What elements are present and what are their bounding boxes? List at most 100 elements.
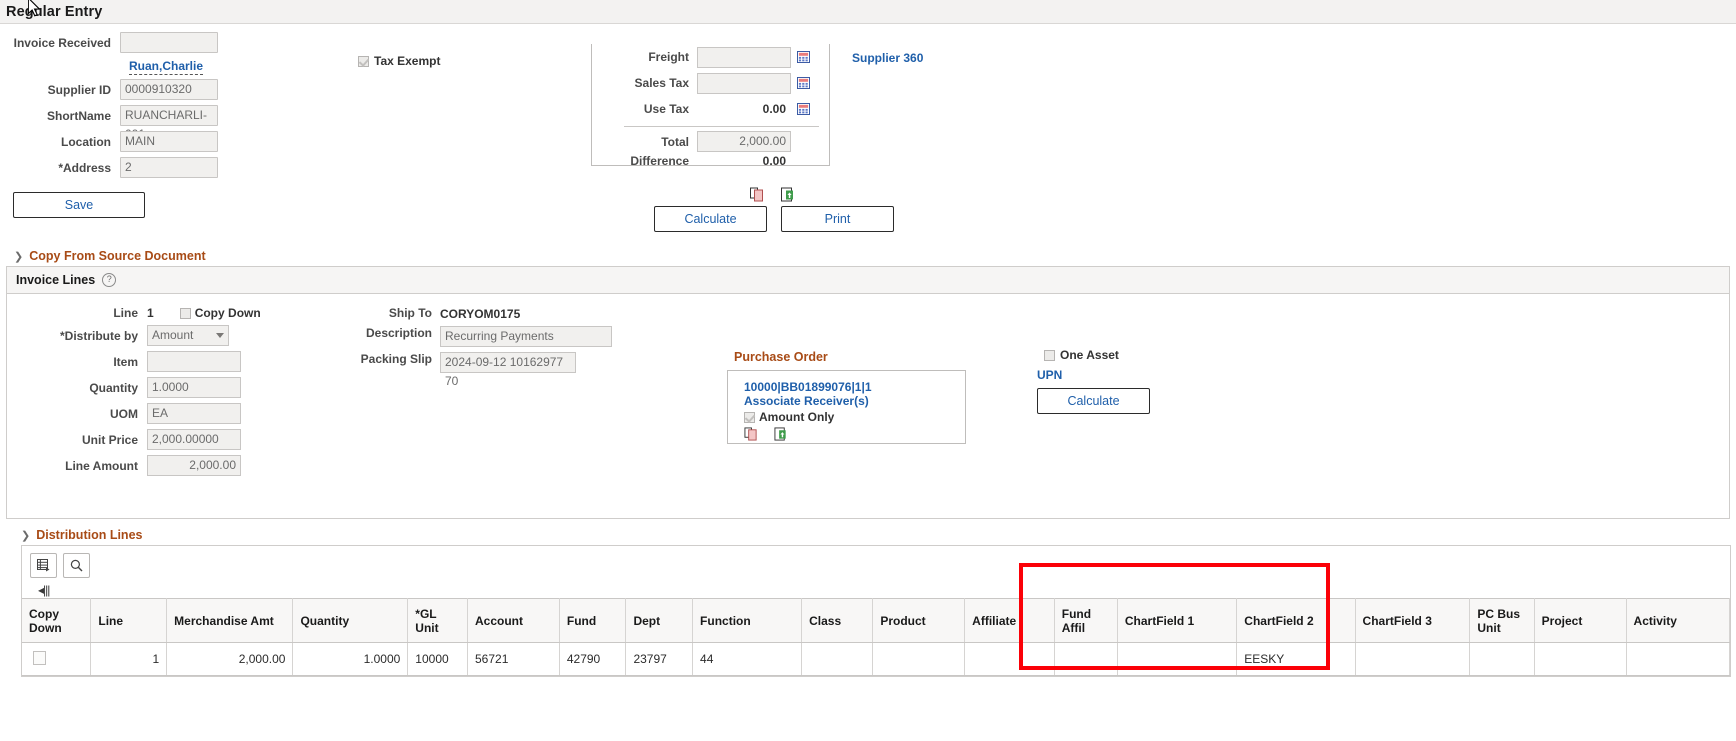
quantity-label: Quantity xyxy=(89,380,138,395)
invoice-received-row: Invoice Received xyxy=(0,32,340,53)
amount-only-field[interactable]: Amount Only xyxy=(744,410,965,424)
cell-fund[interactable]: 42790 xyxy=(559,642,627,676)
calculator-icon[interactable] xyxy=(797,103,810,115)
row-copy-down-checkbox[interactable] xyxy=(33,650,46,665)
description-label: Description xyxy=(365,326,432,340)
totals-divider xyxy=(624,126,819,127)
cell-chartfield-1[interactable] xyxy=(1117,642,1238,676)
column-header-account[interactable]: Account xyxy=(467,598,560,643)
calculator-icon[interactable] xyxy=(797,77,810,89)
cell-project[interactable] xyxy=(1534,642,1627,676)
column-header-dept[interactable]: Dept xyxy=(625,598,694,643)
column-header-chartfield-1[interactable]: ChartField 1 xyxy=(1117,598,1238,643)
unit-price-input[interactable]: 2,000.00000 xyxy=(147,429,241,450)
copy-from-source-document-section[interactable]: ❯ Copy From Source Document xyxy=(14,249,206,263)
one-asset-checkbox[interactable] xyxy=(1044,349,1055,361)
cell-quantity[interactable]: 1.0000 xyxy=(292,642,409,676)
supplier-360-link[interactable]: Supplier 360 xyxy=(852,51,923,65)
distribute-by-label: *Distribute by xyxy=(59,328,138,343)
cell-activity[interactable] xyxy=(1626,642,1731,676)
supplier-id-input[interactable]: 0000910320 xyxy=(120,79,218,100)
column-header-fund[interactable]: Fund xyxy=(559,598,627,643)
quantity-input[interactable]: 1.0000 xyxy=(147,377,241,398)
item-label: Item xyxy=(113,354,138,369)
cell-account[interactable]: 56721 xyxy=(467,642,560,676)
cell-chartfield-2[interactable]: EESKY xyxy=(1236,642,1356,676)
associate-receivers-link[interactable]: Associate Receiver(s) xyxy=(744,394,965,408)
short-name-input[interactable]: RUANCHARLI-001 xyxy=(120,105,218,141)
calculator-icon[interactable] xyxy=(797,51,810,63)
sales-tax-input[interactable] xyxy=(697,72,791,94)
cell-merchandise-amt[interactable]: 2,000.00 xyxy=(166,642,294,676)
freight-input[interactable] xyxy=(697,46,791,68)
column-header-project[interactable]: Project xyxy=(1534,598,1627,643)
column-header-chartfield-3[interactable]: ChartField 3 xyxy=(1355,598,1471,643)
cell-fund-affil[interactable] xyxy=(1054,642,1118,676)
column-header-copy-down[interactable]: Copy Down xyxy=(22,598,92,643)
export-icon[interactable] xyxy=(781,187,795,202)
line-calculate-button[interactable]: Calculate xyxy=(1037,388,1150,414)
search-icon xyxy=(70,559,83,572)
cell-gl-unit[interactable]: 10000 xyxy=(407,642,468,676)
difference-row: Difference 0.00 xyxy=(592,152,829,170)
cell-pc-bus-unit[interactable] xyxy=(1469,642,1535,676)
packing-slip-row: Packing Slip 2024-09-12 10162977 70 xyxy=(355,352,655,388)
column-header-gl-unit[interactable]: *GL Unit xyxy=(407,598,468,643)
column-header-fund-affil[interactable]: Fund Affil xyxy=(1054,598,1118,643)
column-header-activity[interactable]: Activity xyxy=(1626,598,1731,643)
column-header-class[interactable]: Class xyxy=(801,598,874,643)
column-header-product[interactable]: Product xyxy=(872,598,966,643)
tax-exempt-field[interactable]: Tax Exempt xyxy=(358,54,440,68)
scroll-left-icon[interactable]: ◂||| xyxy=(38,583,1730,597)
column-header-affiliate[interactable]: Affiliate xyxy=(964,598,1055,643)
column-header-quantity[interactable]: Quantity xyxy=(292,598,409,643)
copy-down-checkbox[interactable] xyxy=(179,307,191,319)
invoice-received-input[interactable] xyxy=(120,32,218,53)
location-input[interactable]: MAIN xyxy=(120,131,218,152)
chevron-down-icon xyxy=(216,333,224,338)
short-name-label: ShortName xyxy=(46,108,111,123)
distribution-table: Copy Down Line Merchandise Amt Quantity … xyxy=(22,598,1731,676)
uom-input[interactable]: EA xyxy=(147,403,241,424)
copy-document-icon[interactable] xyxy=(744,427,758,441)
help-icon[interactable]: ? xyxy=(102,273,117,287)
copy-down-field[interactable]: Copy Down xyxy=(179,306,261,320)
find-button[interactable] xyxy=(63,553,90,578)
column-header-function[interactable]: Function xyxy=(692,598,803,643)
distribution-lines-header[interactable]: ❯ Distribution Lines xyxy=(21,528,142,542)
upn-link[interactable]: UPN xyxy=(1037,368,1150,382)
print-button[interactable]: Print xyxy=(781,206,894,232)
column-header-merchandise-amt[interactable]: Merchandise Amt xyxy=(166,598,294,643)
cell-function[interactable]: 44 xyxy=(692,642,803,676)
column-header-line[interactable]: Line xyxy=(90,598,168,643)
column-header-chartfield-2[interactable]: ChartField 2 xyxy=(1236,598,1356,643)
column-header-pc-bus-unit[interactable]: PC Bus Unit xyxy=(1469,598,1535,643)
cell-class[interactable] xyxy=(801,642,874,676)
distribute-by-select[interactable]: Amount xyxy=(147,325,229,346)
copy-document-icon[interactable] xyxy=(750,187,764,202)
address-input[interactable]: 2 xyxy=(120,157,218,178)
tax-exempt-checkbox[interactable] xyxy=(358,55,369,67)
item-input[interactable] xyxy=(147,351,241,372)
invoice-lines-title: Invoice Lines xyxy=(16,273,96,287)
cell-affiliate[interactable] xyxy=(964,642,1055,676)
one-asset-field[interactable]: One Asset xyxy=(1044,348,1150,362)
cell-product[interactable] xyxy=(872,642,966,676)
invoice-lines-header: Invoice Lines ? xyxy=(7,267,1729,294)
personalize-grid-button[interactable] xyxy=(30,553,57,578)
grid-personalize-icon xyxy=(37,559,50,572)
calculate-button[interactable]: Calculate xyxy=(654,206,767,232)
cell-chartfield-3[interactable] xyxy=(1355,642,1471,676)
amount-only-checkbox[interactable] xyxy=(744,411,755,423)
line-amount-input[interactable]: 2,000.00 xyxy=(147,455,241,476)
purchase-order-link[interactable]: 10000|BB01899076|1|1 xyxy=(744,380,965,394)
description-input[interactable]: Recurring Payments xyxy=(440,326,612,347)
line-amount-row: Line Amount 2,000.00 xyxy=(7,455,427,476)
invoice-received-label: Invoice Received xyxy=(13,35,111,50)
export-icon[interactable] xyxy=(774,427,788,441)
save-button[interactable]: Save xyxy=(13,192,145,218)
packing-slip-input[interactable]: 2024-09-12 10162977 70 xyxy=(440,352,576,388)
supplier-name-link[interactable]: Ruan,Charlie xyxy=(129,59,204,75)
cell-dept[interactable]: 23797 xyxy=(625,642,694,676)
ship-to-fields: Ship To CORYOM0175 Description Recurring… xyxy=(355,306,655,388)
